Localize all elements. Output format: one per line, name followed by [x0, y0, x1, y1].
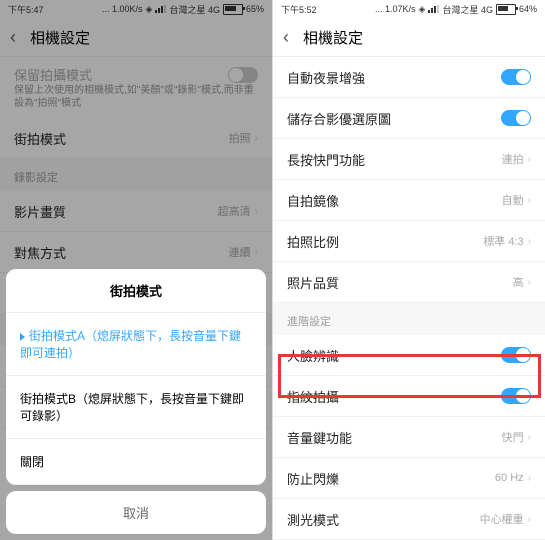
row-value-wrap: 標準 4:3 › — [483, 233, 531, 249]
wifi-icon: ◈ — [419, 4, 426, 15]
row-value: 自動 — [502, 192, 524, 208]
row-value: 60 Hz — [495, 472, 524, 484]
header: ‹ 相機設定 — [273, 18, 545, 57]
chevron-right-icon: › — [528, 473, 531, 484]
row-label: 儲存合影優選原圖 — [287, 109, 391, 128]
row-value-wrap: 連拍 › — [502, 151, 531, 167]
back-icon[interactable]: ‹ — [283, 27, 303, 48]
row-value: 標準 4:3 — [483, 233, 523, 249]
row-label: 拍照比例 — [287, 232, 339, 251]
status-right: ... 1.07K/s ◈ 台灣之星 4G 64% — [375, 3, 537, 16]
sheet-cancel[interactable]: 取消 — [6, 491, 266, 534]
row-label: 測光模式 — [287, 510, 339, 529]
row-label: 自動夜景增強 — [287, 68, 365, 87]
toggle[interactable] — [501, 69, 531, 85]
setting-row[interactable]: 指紋拍攝 — [273, 376, 545, 417]
status-time: 下午5:52 — [281, 3, 317, 16]
section-header: 進階設定 — [273, 303, 545, 335]
action-sheet: 街拍模式 街拍模式A（熄屏狀態下，長按音量下鍵即可連拍）街拍模式B（熄屏狀態下，… — [6, 269, 266, 534]
sheet-title: 街拍模式 — [6, 269, 266, 313]
setting-row[interactable]: 自動夜景增強 — [273, 57, 545, 98]
row-label: 自拍鏡像 — [287, 191, 339, 210]
page-title: 相機設定 — [303, 27, 363, 48]
chevron-right-icon: › — [528, 236, 531, 247]
signal-icon — [428, 5, 439, 13]
row-value-wrap: 60 Hz › — [495, 472, 531, 484]
chevron-right-icon: › — [528, 432, 531, 443]
sheet-item[interactable]: 街拍模式A（熄屏狀態下，長按音量下鍵即可連拍） — [6, 313, 266, 376]
row-value: 快門 — [502, 429, 524, 445]
row-value: 高 — [513, 274, 524, 290]
row-value: 連拍 — [502, 151, 524, 167]
setting-row[interactable]: 長按快門功能 連拍 › — [273, 139, 545, 180]
row-value-wrap: 自動 › — [502, 192, 531, 208]
row-value: 中心權重 — [480, 511, 524, 527]
row-value-wrap: 高› — [513, 274, 531, 290]
row-value-wrap: 快門 › — [502, 429, 531, 445]
setting-row[interactable]: 人臉辨識 — [273, 335, 545, 376]
row-label: 防止閃爍 — [287, 469, 339, 488]
sheet-item[interactable]: 關閉 — [6, 439, 266, 485]
setting-row[interactable]: 音量鍵功能 快門 › — [273, 417, 545, 458]
battery-icon — [496, 4, 516, 15]
status-carrier: 台灣之星 4G — [442, 3, 493, 16]
chevron-right-icon: › — [528, 154, 531, 165]
setting-row[interactable]: 儲存合影優選原圖 — [273, 98, 545, 139]
chevron-right-icon: › — [528, 277, 531, 288]
setting-row[interactable]: 照片品質高› — [273, 262, 545, 303]
row-label: 人臉辨識 — [287, 346, 339, 365]
status-bar: 下午5:52 ... 1.07K/s ◈ 台灣之星 4G 64% — [273, 0, 545, 18]
row-label: 照片品質 — [287, 273, 339, 292]
row-label: 長按快門功能 — [287, 150, 365, 169]
status-battery: 64% — [519, 4, 537, 14]
row-value-wrap: 中心權重 › — [480, 511, 531, 527]
chevron-right-icon: › — [528, 514, 531, 525]
toggle[interactable] — [501, 388, 531, 404]
sheet-item[interactable]: 街拍模式B（熄屏狀態下，長按音量下鍵即可錄影） — [6, 376, 266, 439]
row-label: 指紋拍攝 — [287, 387, 339, 406]
status-speed: ... 1.07K/s — [375, 4, 416, 14]
setting-row[interactable]: 防止閃爍 60 Hz › — [273, 458, 545, 499]
setting-row[interactable]: 自拍鏡像 自動 › — [273, 180, 545, 221]
row-label: 音量鍵功能 — [287, 428, 352, 447]
toggle[interactable] — [501, 110, 531, 126]
setting-row[interactable]: 測光模式 中心權重 › — [273, 499, 545, 540]
toggle[interactable] — [501, 347, 531, 363]
setting-row[interactable]: 拍照比例 標準 4:3 › — [273, 221, 545, 262]
chevron-right-icon: › — [528, 195, 531, 206]
